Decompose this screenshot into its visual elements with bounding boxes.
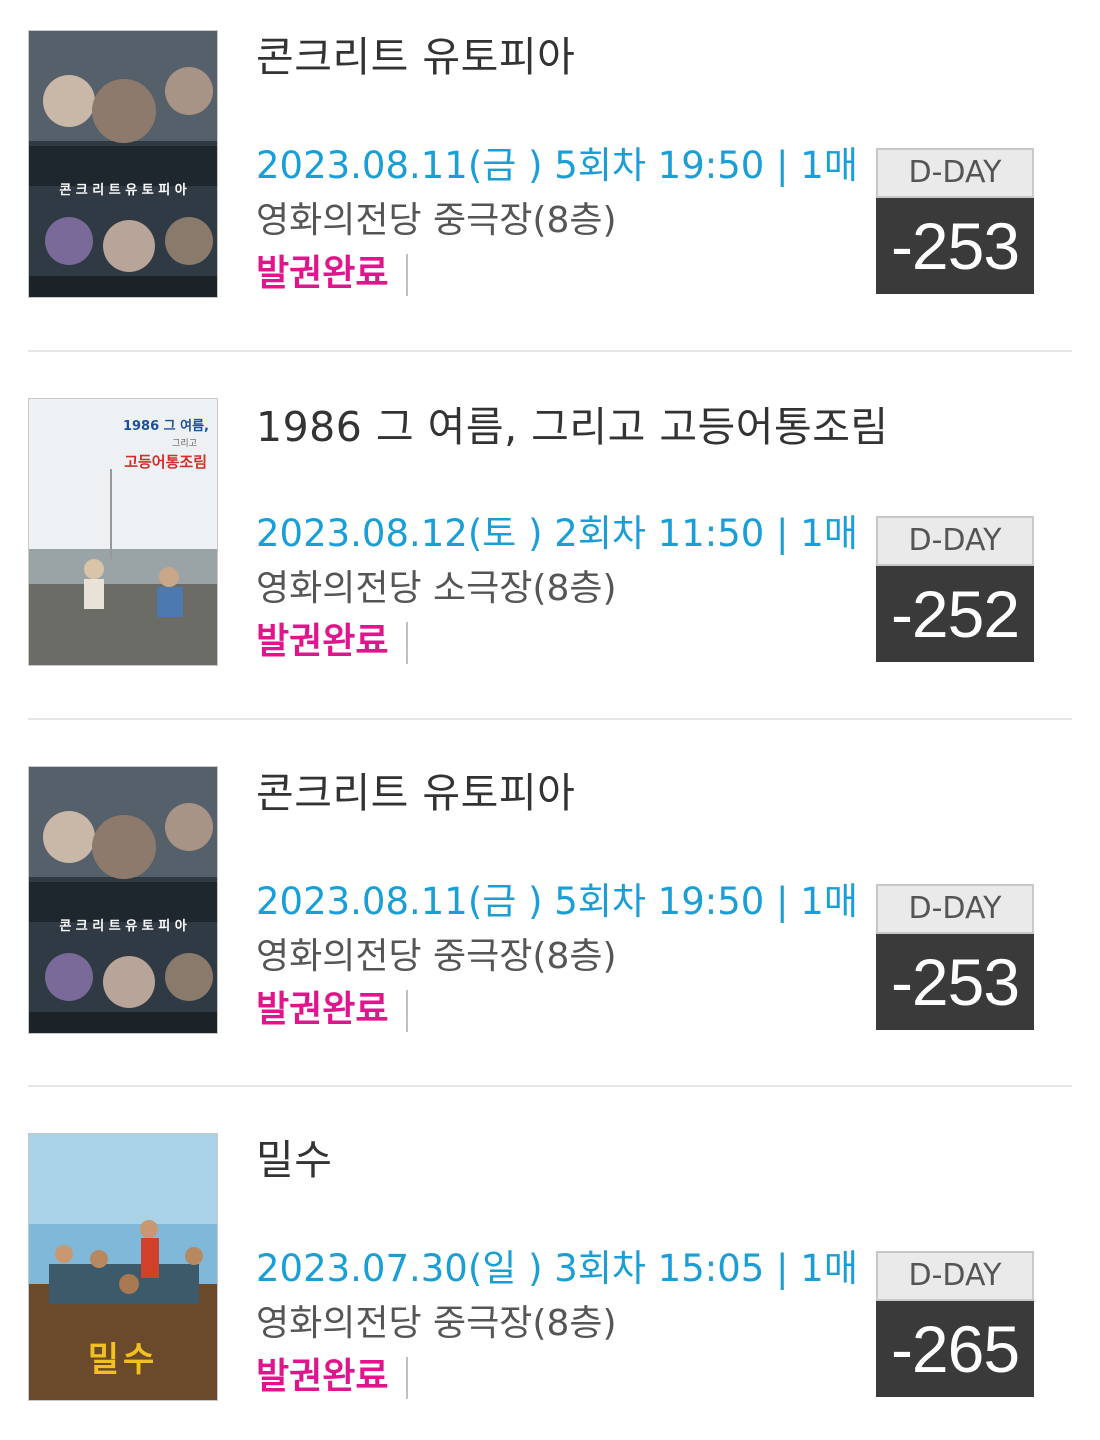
status-label: 발권완료 (256, 253, 389, 294)
divider (28, 350, 1072, 352)
dday-badge: D-DAY -253 (876, 884, 1034, 1030)
ticket-status: 발권완료 (256, 988, 409, 1032)
venue-info: 영화의전당 중극장(8층) (256, 936, 617, 977)
poster-text-mid: 그리고 (172, 439, 197, 449)
ticket-status: 발권완료 (256, 620, 409, 664)
poster-text-top: 1986 그 여름, (122, 419, 209, 434)
movie-poster-smugglers-icon[interactable]: 밀수 (28, 1133, 218, 1401)
ticket-item[interactable]: 1986 그 여름, 그리고 고등어통조림 1986 그 여름, 그리고 고등어… (0, 368, 1100, 668)
dday-label: D-DAY (876, 148, 1034, 198)
separator (406, 1357, 409, 1399)
ticket-item[interactable]: 밀수 밀수 2023.07.30(일 ) 3회차 15:05 | 1매 영화의전… (0, 1103, 1100, 1403)
venue-info: 영화의전당 중극장(8층) (256, 1303, 617, 1344)
separator (406, 622, 409, 664)
dday-label: D-DAY (876, 884, 1034, 934)
dday-badge: D-DAY -253 (876, 148, 1034, 294)
dday-badge: D-DAY -265 (876, 1251, 1034, 1397)
dday-label: D-DAY (876, 1251, 1034, 1301)
poster-title-text: 밀수 (87, 1340, 159, 1380)
movie-title[interactable]: 콘크리트 유토피아 (256, 768, 896, 818)
ticket-item[interactable]: 콘 크 리 트 유 토 피 아 콘크리트 유토피아 2023.08.11(금 )… (0, 736, 1100, 1036)
dday-value: -253 (876, 198, 1034, 294)
showtime-info: 2023.08.12(토 ) 2회차 11:50 | 1매 (256, 512, 858, 555)
divider (28, 1085, 1072, 1087)
ticket-status: 발권완료 (256, 252, 409, 296)
venue-info: 영화의전당 중극장(8층) (256, 200, 617, 241)
movie-title[interactable]: 밀수 (256, 1135, 896, 1185)
showtime-info: 2023.07.30(일 ) 3회차 15:05 | 1매 (256, 1247, 858, 1290)
separator (406, 254, 409, 296)
status-label: 발권완료 (256, 1356, 389, 1397)
poster-text-main: 고등어통조림 (124, 453, 207, 471)
dday-value: -252 (876, 566, 1034, 662)
ticket-status: 발권완료 (256, 1355, 409, 1399)
ticket-item[interactable]: 콘 크 리 트 유 토 피 아 콘크리트 유토피아 2023.08.11(금 )… (0, 0, 1100, 300)
status-label: 발권완료 (256, 621, 389, 662)
movie-title[interactable]: 콘크리트 유토피아 (256, 32, 896, 82)
divider (28, 718, 1072, 720)
dday-value: -253 (876, 934, 1034, 1030)
poster-title-text: 콘 크 리 트 유 토 피 아 (59, 919, 187, 934)
showtime-info: 2023.08.11(금 ) 5회차 19:50 | 1매 (256, 880, 858, 923)
venue-info: 영화의전당 소극장(8층) (256, 568, 617, 609)
dday-badge: D-DAY -252 (876, 516, 1034, 662)
movie-poster-concrete-utopia-icon[interactable]: 콘 크 리 트 유 토 피 아 (28, 30, 218, 298)
movie-poster-1986-summer-icon[interactable]: 1986 그 여름, 그리고 고등어통조림 (28, 398, 218, 666)
dday-label: D-DAY (876, 516, 1034, 566)
movie-title[interactable]: 1986 그 여름, 그리고 고등어통조림 (256, 402, 896, 452)
showtime-info: 2023.08.11(금 ) 5회차 19:50 | 1매 (256, 144, 858, 187)
separator (406, 990, 409, 1032)
dday-value: -265 (876, 1301, 1034, 1397)
movie-poster-concrete-utopia-icon[interactable]: 콘 크 리 트 유 토 피 아 (28, 766, 218, 1034)
status-label: 발권완료 (256, 989, 389, 1030)
poster-title-text: 콘 크 리 트 유 토 피 아 (59, 183, 187, 198)
